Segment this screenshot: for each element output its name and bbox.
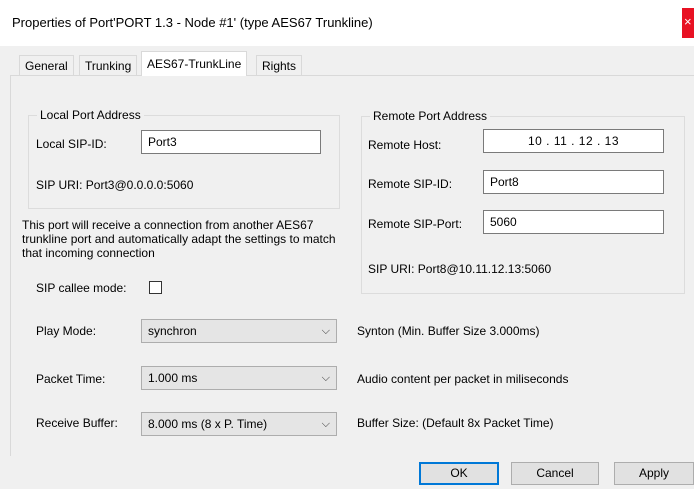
tab-aes67-trunkline[interactable]: AES67-TrunkLine: [141, 51, 248, 76]
info-text: This port will receive a connection from…: [22, 218, 336, 260]
remote-sip-port-label: Remote SIP-Port:: [368, 217, 463, 231]
remote-sip-id-label: Remote SIP-ID:: [368, 177, 453, 191]
packet-time-description: Audio content per packet in miliseconds: [357, 372, 569, 386]
receive-buffer-select[interactable]: 8.000 ms (8 x P. Time) ⌵: [141, 412, 337, 436]
window-title: Properties of Port'PORT 1.3 - Node #1' (…: [12, 15, 373, 30]
packet-time-select[interactable]: 1.000 ms ⌵: [141, 366, 337, 390]
remote-host-ip-input[interactable]: 10 . 11 . 12 . 13: [483, 129, 664, 153]
packet-time-label: Packet Time:: [36, 372, 106, 386]
packet-time-value: 1.000 ms: [148, 371, 198, 385]
chevron-down-icon: ⌵: [321, 325, 330, 337]
tab-trunking[interactable]: Trunking: [79, 55, 138, 76]
play-mode-select[interactable]: synchron ⌵: [141, 319, 337, 343]
remote-sip-id-input[interactable]: Port8: [483, 170, 664, 194]
play-mode-description: Synton (Min. Buffer Size 3.000ms): [357, 324, 540, 338]
play-mode-label: Play Mode:: [36, 324, 97, 338]
tab-rights[interactable]: Rights: [256, 55, 303, 76]
local-port-address-legend: Local Port Address: [37, 108, 144, 122]
chevron-down-icon: ⌵: [321, 372, 330, 384]
local-sip-id-input[interactable]: Port3: [141, 130, 321, 154]
local-sip-id-label: Local SIP-ID:: [36, 137, 107, 151]
chevron-down-icon: ⌵: [321, 418, 330, 430]
remote-sip-port-input[interactable]: 5060: [483, 210, 664, 234]
ok-button[interactable]: OK: [419, 462, 499, 485]
local-sip-uri: SIP URI: Port3@0.0.0.0:5060: [36, 178, 194, 192]
sip-callee-mode-checkbox[interactable]: [149, 281, 162, 294]
remote-sip-uri: SIP URI: Port8@10.11.12.13:5060: [368, 262, 552, 276]
receive-buffer-value: 8.000 ms (8 x P. Time): [148, 417, 268, 431]
cancel-button[interactable]: Cancel: [511, 462, 599, 485]
close-icon: ×: [684, 14, 692, 29]
remote-port-address-legend: Remote Port Address: [370, 109, 491, 123]
close-button[interactable]: ×: [682, 8, 694, 38]
receive-buffer-description: Buffer Size: (Default 8x Packet Time): [357, 416, 554, 430]
receive-buffer-label: Receive Buffer:: [36, 416, 118, 430]
sip-callee-mode-label: SIP callee mode:: [36, 281, 127, 295]
apply-button[interactable]: Apply: [614, 462, 694, 485]
tab-general[interactable]: General: [19, 55, 74, 76]
remote-host-label: Remote Host:: [368, 138, 442, 152]
play-mode-value: synchron: [148, 324, 197, 338]
title-bar: Properties of Port'PORT 1.3 - Node #1' (…: [0, 0, 694, 46]
